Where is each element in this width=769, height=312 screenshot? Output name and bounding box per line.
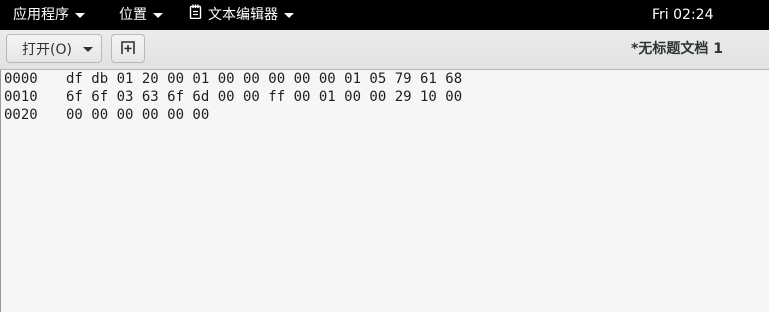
open-button-label: 打开(O) — [22, 41, 72, 58]
chevron-down-icon — [82, 46, 93, 52]
text-editor-icon — [189, 0, 202, 30]
hex-address: 0020 — [4, 107, 38, 123]
chevron-down-icon — [284, 13, 294, 18]
top-bar: 应用程序 位置 文本编辑器 Fri 02:24 — [0, 0, 769, 30]
app-menu[interactable]: 文本编辑器 — [189, 0, 294, 30]
text-view-border — [0, 70, 1, 312]
applications-menu-label: 应用程序 — [13, 7, 69, 23]
clock[interactable]: Fri 02:24 — [652, 0, 713, 30]
new-tab-icon — [120, 39, 136, 59]
hex-line[interactable]: 0000 df db 01 20 00 01 00 00 00 00 00 01 … — [4, 70, 462, 88]
places-menu[interactable]: 位置 — [119, 0, 163, 30]
hex-bytes: df db 01 20 00 01 00 00 00 00 00 01 05 7… — [66, 71, 463, 87]
hex-line[interactable]: 0010 6f 6f 03 63 6f 6d 00 00 ff 00 01 00 … — [4, 88, 462, 106]
open-button[interactable]: 打开(O) — [6, 34, 102, 63]
hex-bytes: 6f 6f 03 63 6f 6d 00 00 ff 00 01 00 00 2… — [66, 89, 463, 105]
applications-menu[interactable]: 应用程序 — [13, 0, 85, 30]
hex-bytes: 00 00 00 00 00 00 — [66, 107, 210, 123]
places-menu-label: 位置 — [119, 7, 147, 23]
chevron-down-icon — [153, 13, 163, 18]
document-title: *无标题文档 1 — [631, 41, 723, 57]
app-menu-label: 文本编辑器 — [208, 7, 278, 23]
hex-line[interactable]: 0020 00 00 00 00 00 00 — [4, 106, 209, 124]
hex-address: 0000 — [4, 71, 38, 87]
new-tab-button[interactable] — [111, 34, 145, 63]
hex-address: 0010 — [4, 89, 38, 105]
chevron-down-icon — [75, 13, 85, 18]
